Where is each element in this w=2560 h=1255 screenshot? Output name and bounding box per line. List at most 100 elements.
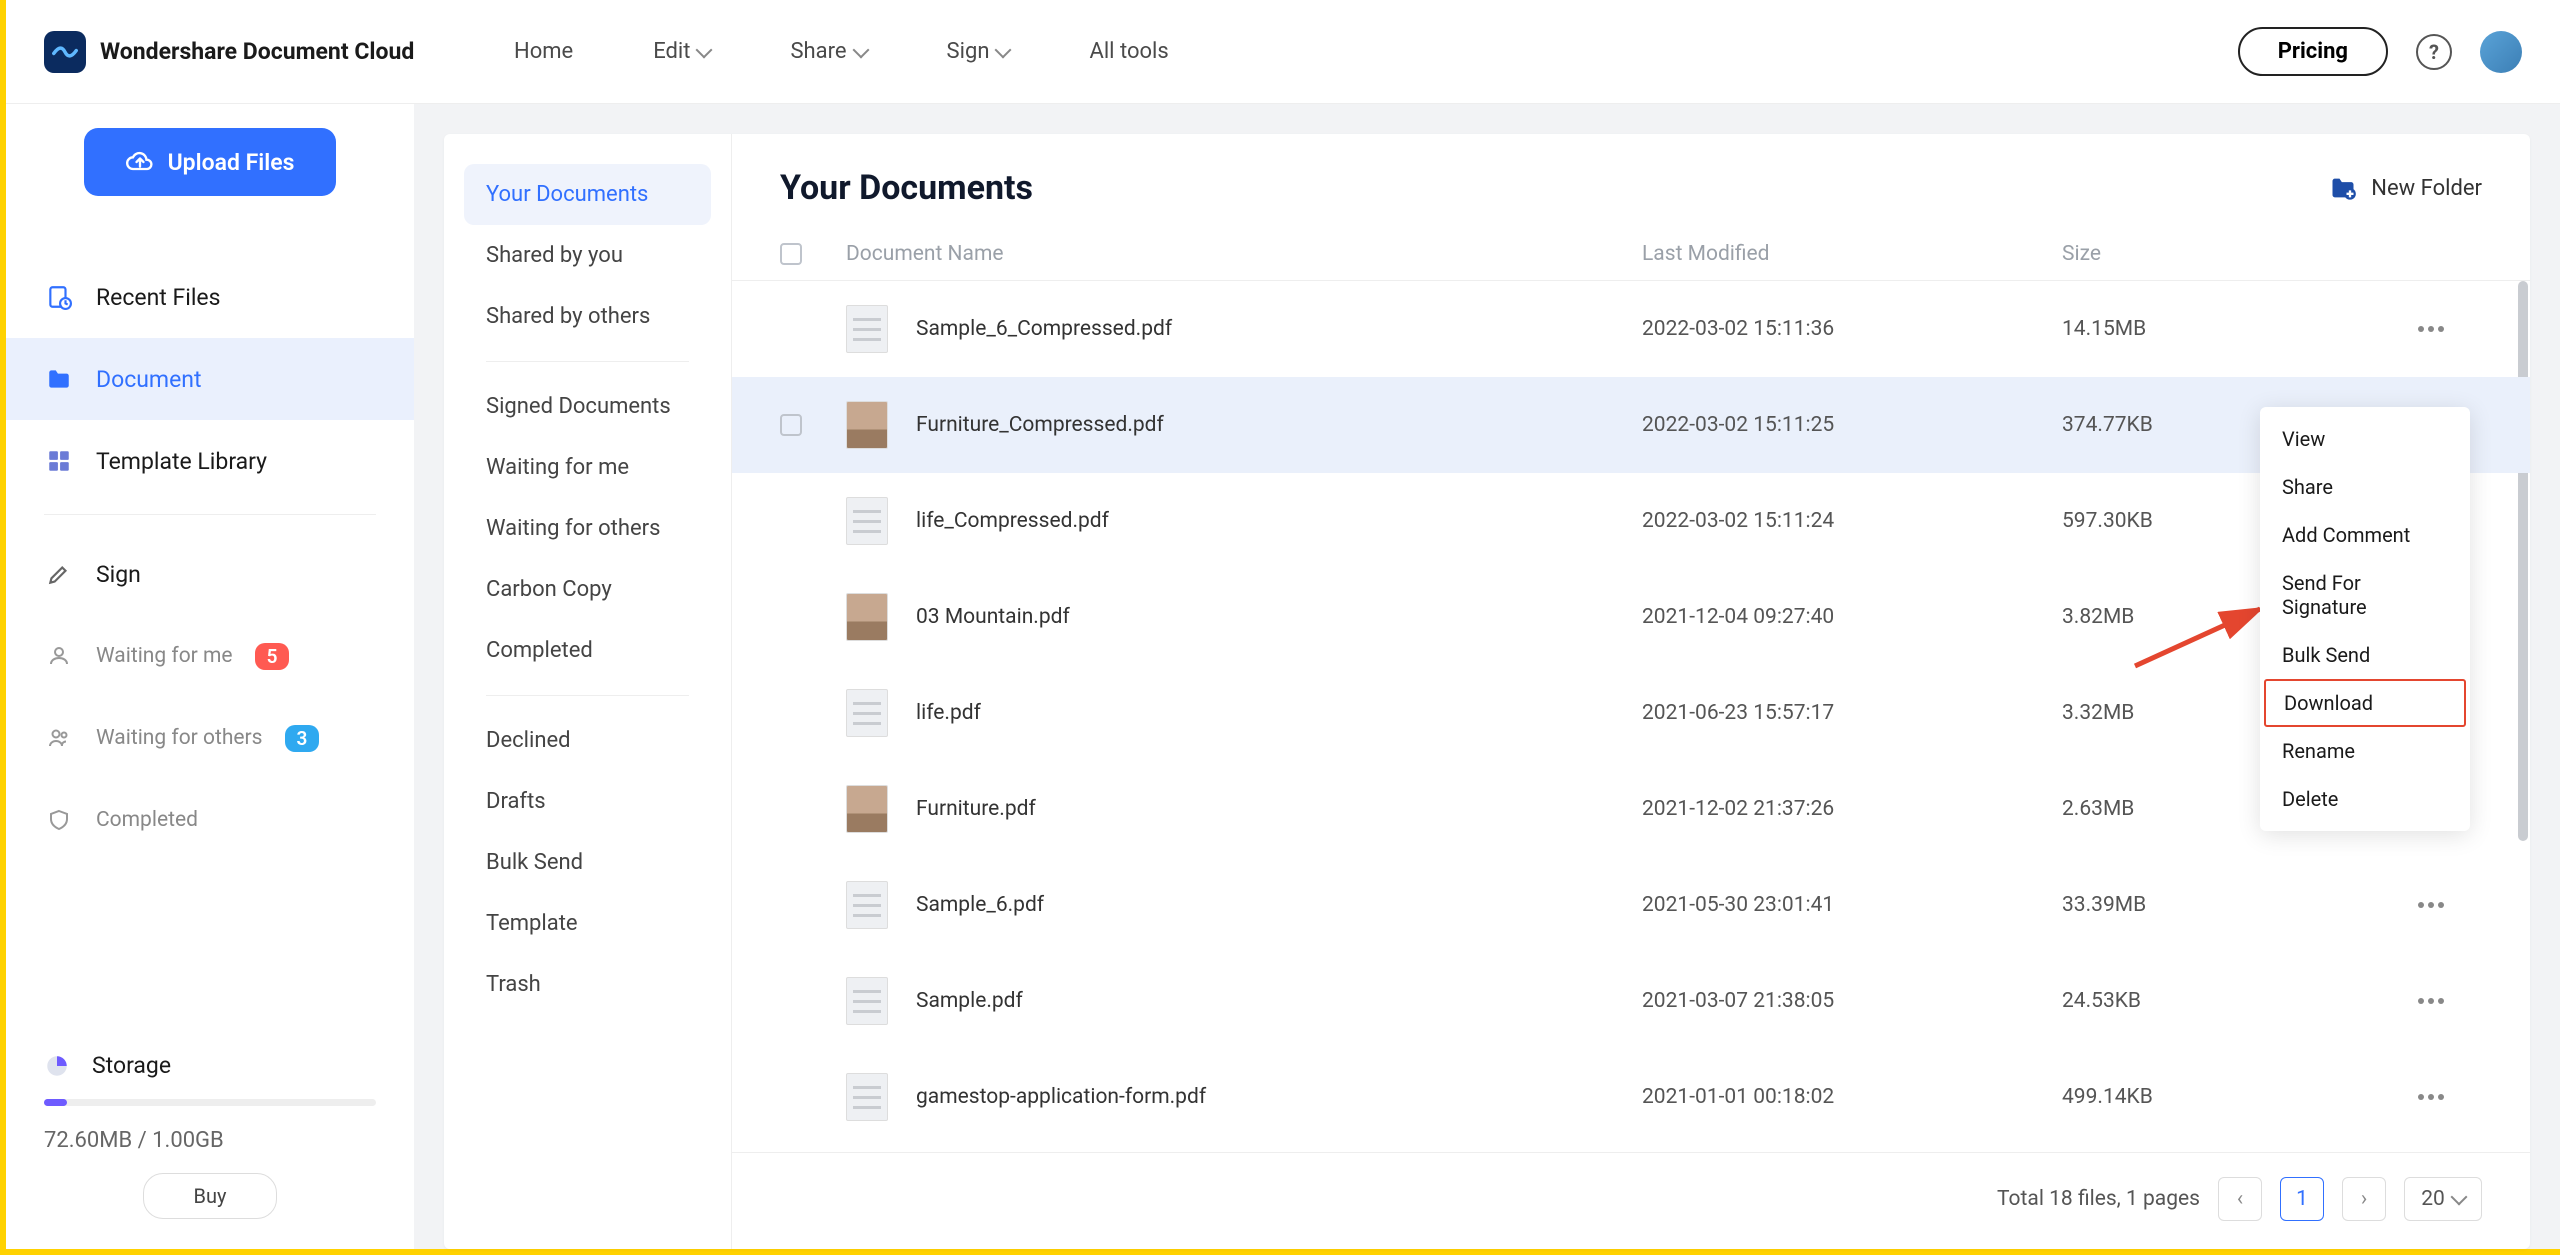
page-current[interactable]: 1 (2280, 1177, 2324, 1221)
ctx-share[interactable]: Share (2260, 463, 2470, 511)
shield-check-icon (44, 805, 74, 835)
upload-files-button[interactable]: Upload Files (84, 128, 337, 196)
badge-waiting-others: 3 (285, 725, 320, 752)
content: Your Documents New Folder Document Name … (732, 134, 2530, 1249)
subnav-waiting-me[interactable]: Waiting for me (464, 437, 711, 498)
sidebar-item-sign[interactable]: Sign (6, 533, 414, 615)
pen-icon (44, 559, 74, 589)
subnav-signed[interactable]: Signed Documents (464, 376, 711, 437)
file-thumbnail-icon (846, 689, 888, 737)
select-all-checkbox[interactable] (780, 243, 802, 265)
main-area: Your Documents Shared by you Shared by o… (414, 104, 2560, 1249)
nav-home[interactable]: Home (514, 39, 573, 64)
file-name: 03 Mountain.pdf (916, 605, 1070, 629)
sidebar-item-document[interactable]: Document (6, 338, 414, 420)
file-name: Sample_6.pdf (916, 893, 1044, 917)
people-icon (44, 723, 74, 753)
col-size-header[interactable]: Size (2062, 242, 2101, 266)
table-row[interactable]: Sample.pdf2021-03-07 21:38:0524.53KB (732, 953, 2530, 1049)
file-name: gamestop-application-form.pdf (916, 1085, 1206, 1109)
page-title: Your Documents (780, 168, 1033, 208)
sidebar-item-recent[interactable]: Recent Files (6, 256, 414, 338)
buy-button[interactable]: Buy (143, 1173, 278, 1219)
file-name: Furniture_Compressed.pdf (916, 413, 1164, 437)
help-icon[interactable]: ? (2416, 34, 2452, 70)
page-prev-button[interactable]: ‹ (2218, 1177, 2262, 1221)
sub-sidebar: Your Documents Shared by you Shared by o… (444, 134, 732, 1249)
table-row[interactable]: Sample_6.pdf 2021-05-30 23:01:4133.39MB (732, 857, 2530, 953)
badge-waiting-me: 5 (255, 643, 290, 670)
storage-progress (44, 1099, 376, 1106)
nav-sign[interactable]: Sign (947, 39, 1010, 64)
subnav-completed[interactable]: Completed (464, 620, 711, 681)
table-footer: Total 18 files, 1 pages ‹ 1 › 20 (732, 1152, 2530, 1249)
table-row[interactable]: Sample_6_Compressed.pdf 2022-03-02 15:11:… (732, 281, 2530, 377)
subnav-template[interactable]: Template (464, 893, 711, 954)
sidebar-item-waiting-others[interactable]: Waiting for others 3 (6, 697, 414, 779)
file-modified: 2022-03-02 15:11:36 (1642, 317, 2062, 341)
total-text: Total 18 files, 1 pages (1997, 1187, 2200, 1211)
nav-edit[interactable]: Edit (653, 39, 710, 64)
file-thumbnail-icon (846, 305, 888, 353)
subnav-waiting-others[interactable]: Waiting for others (464, 498, 711, 559)
pricing-button[interactable]: Pricing (2238, 27, 2388, 76)
file-rows: View Share Add Comment Send For Signatur… (732, 281, 2530, 1152)
nav-alltools[interactable]: All tools (1089, 39, 1168, 64)
ctx-sendsig[interactable]: Send For Signature (2260, 559, 2470, 631)
subnav-bulk[interactable]: Bulk Send (464, 832, 711, 893)
subnav-declined[interactable]: Declined (464, 710, 711, 771)
template-icon (44, 446, 74, 476)
subnav-your-documents[interactable]: Your Documents (464, 164, 711, 225)
context-menu: View Share Add Comment Send For Signatur… (2260, 407, 2470, 831)
storage-text: 72.60MB / 1.00GB (44, 1128, 376, 1153)
file-size: 14.15MB (2062, 317, 2412, 341)
ctx-delete[interactable]: Delete (2260, 775, 2470, 823)
page-next-button[interactable]: › (2342, 1177, 2386, 1221)
more-actions-button[interactable] (2412, 1094, 2444, 1100)
file-modified: 2021-05-30 23:01:41 (1642, 893, 2062, 917)
more-actions-button[interactable] (2412, 326, 2444, 332)
col-name-header[interactable]: Document Name (846, 242, 1004, 266)
ctx-rename[interactable]: Rename (2260, 727, 2470, 775)
col-modified-header[interactable]: Last Modified (1642, 242, 1770, 266)
file-modified: 2021-12-02 21:37:26 (1642, 797, 2062, 821)
file-thumbnail-icon (846, 497, 888, 545)
table-row[interactable]: marketing-agreement.pdf2021-01-01 00:17:… (732, 1145, 2530, 1152)
file-modified: 2021-12-04 09:27:40 (1642, 605, 2062, 629)
file-name: life.pdf (916, 701, 981, 725)
file-thumbnail-icon (846, 785, 888, 833)
sidebar-item-waiting-me[interactable]: Waiting for me 5 (6, 615, 414, 697)
sidebar-item-template[interactable]: Template Library (6, 420, 414, 502)
storage-label: Storage (44, 1032, 376, 1099)
file-name: life_Compressed.pdf (916, 509, 1109, 533)
file-modified: 2021-06-23 15:57:17 (1642, 701, 2062, 725)
left-sidebar: Upload Files Recent Files Document Templ… (6, 104, 414, 1249)
file-name: Sample_6_Compressed.pdf (916, 317, 1172, 341)
ctx-view[interactable]: View (2260, 415, 2470, 463)
table-row[interactable]: gamestop-application-form.pdf2021-01-01 … (732, 1049, 2530, 1145)
nav-share[interactable]: Share (790, 39, 866, 64)
row-checkbox[interactable] (780, 414, 802, 436)
page-size-select[interactable]: 20 (2404, 1177, 2482, 1221)
avatar[interactable] (2480, 31, 2522, 73)
ctx-comment[interactable]: Add Comment (2260, 511, 2470, 559)
top-header: Wondershare Document Cloud Home Edit Sha… (6, 0, 2560, 104)
more-actions-button[interactable] (2412, 998, 2444, 1004)
logo-area: Wondershare Document Cloud (44, 31, 444, 73)
sidebar-item-completed[interactable]: Completed (6, 779, 414, 861)
recent-files-icon (44, 282, 74, 312)
table-header: Document Name Last Modified Size (732, 228, 2530, 281)
top-nav: Home Edit Share Sign All tools (514, 39, 1169, 64)
subnav-carbon[interactable]: Carbon Copy (464, 559, 711, 620)
subnav-shared-by-others[interactable]: Shared by others (464, 286, 711, 347)
folder-icon (44, 364, 74, 394)
file-size: 33.39MB (2062, 893, 2412, 917)
subnav-trash[interactable]: Trash (464, 954, 711, 1015)
file-thumbnail-icon (846, 1073, 888, 1121)
more-actions-button[interactable] (2412, 902, 2444, 908)
ctx-download[interactable]: Download (2264, 679, 2466, 727)
subnav-shared-by-you[interactable]: Shared by you (464, 225, 711, 286)
ctx-bulk[interactable]: Bulk Send (2260, 631, 2470, 679)
new-folder-button[interactable]: New Folder (2329, 174, 2482, 202)
subnav-drafts[interactable]: Drafts (464, 771, 711, 832)
